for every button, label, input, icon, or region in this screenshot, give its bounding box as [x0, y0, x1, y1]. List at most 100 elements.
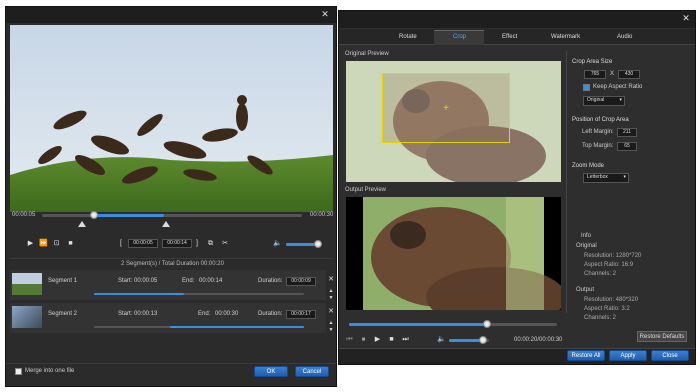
segment-end-label: End:: [198, 311, 211, 317]
trim-timeline-selection: [94, 214, 164, 217]
segment-name: Segment 2: [48, 311, 78, 317]
crop-area-size-label: Crop Area Size: [572, 59, 613, 65]
edit-title-bar: [339, 11, 695, 28]
left-margin-field[interactable]: 211: [617, 128, 637, 137]
segment-duration-value[interactable]: 00:00:09: [286, 277, 316, 286]
segment-end-label: End:: [182, 278, 195, 284]
preview-playhead[interactable]: [483, 320, 491, 328]
output-aspect-ratio: Aspect Ratio: 3:2: [584, 306, 630, 312]
restore-all-button[interactable]: Restore All: [567, 350, 605, 361]
ok-button[interactable]: OK: [254, 366, 288, 377]
volume-knob[interactable]: [314, 240, 322, 248]
trim-timeline-track[interactable]: [42, 214, 302, 217]
output-preview: [346, 197, 561, 310]
segment-end-value: 00:00:30: [215, 311, 239, 317]
keep-aspect-checkbox[interactable]: [583, 84, 590, 91]
birds-video-frame: [10, 25, 333, 212]
tab-watermark[interactable]: Watermark: [551, 34, 580, 40]
tab-crop[interactable]: Crop: [453, 34, 466, 40]
segment-name: Segment 1: [48, 278, 78, 284]
timeline-playhead[interactable]: [90, 211, 98, 219]
segment-start-field[interactable]: 00:00:05: [128, 239, 158, 248]
original-info-title: Original: [576, 243, 597, 249]
move-down-icon[interactable]: ▼: [327, 326, 335, 335]
info-title: Info: [581, 233, 592, 239]
cancel-button[interactable]: Cancel: [295, 366, 329, 377]
tab-rotate[interactable]: Rotate: [399, 34, 417, 40]
segment-thumbnail: [12, 306, 42, 328]
apply-button[interactable]: Apply: [609, 350, 647, 361]
footer-divider: [6, 363, 336, 364]
top-margin-label: Top Margin:: [582, 143, 614, 149]
segment-duration-value[interactable]: 00:00:17: [286, 310, 316, 319]
play-icon[interactable]: ▶: [26, 239, 35, 248]
volume-fill: [286, 243, 316, 246]
zoom-mode-value: Letterbox: [587, 174, 608, 180]
output-channels: Channels: 2: [584, 315, 617, 321]
crop-height-field[interactable]: 430: [618, 70, 640, 79]
original-aspect-ratio: Aspect Ratio: 16:9: [584, 262, 634, 268]
play-icon[interactable]: ▶: [373, 335, 382, 344]
output-info-title: Output: [576, 287, 595, 293]
stop-icon[interactable]: ■: [387, 335, 396, 344]
chevron-down-icon: ▾: [623, 174, 626, 180]
stop-icon[interactable]: ■: [66, 239, 75, 248]
position-title: Position of Crop Area: [572, 117, 629, 123]
close-button[interactable]: Close: [651, 350, 689, 361]
segment-start-value: 00:00:05: [134, 278, 158, 284]
crop-width-field[interactable]: 765: [584, 70, 606, 79]
segment-end-field[interactable]: 00:00:14: [162, 239, 192, 248]
set-start-icon[interactable]: [: [118, 239, 124, 248]
split-segment-icon[interactable]: ✂: [220, 239, 230, 248]
skip-end-icon[interactable]: ⏭: [401, 335, 410, 344]
segment-row-2[interactable]: Segment 2 Start: 00:00:13 End: 00:00:30 …: [10, 303, 326, 333]
original-resolution: Resolution: 1280*720: [584, 253, 642, 259]
restore-defaults-button[interactable]: Restore Defaults: [637, 331, 687, 342]
keep-aspect-label: Keep Aspect Ratio: [593, 84, 643, 90]
merge-label: Merge into one file: [25, 368, 75, 374]
crop-segment-icon[interactable]: ⧉: [206, 239, 215, 248]
crop-center-crosshair[interactable]: +: [441, 104, 451, 114]
segment-start-value: 00:00:13: [134, 311, 158, 317]
zoom-mode-label: Zoom Mode: [572, 163, 605, 169]
pause-icon[interactable]: ⏸: [359, 335, 368, 344]
total-time: 00:00:30: [310, 212, 334, 218]
top-margin-field[interactable]: 65: [617, 142, 637, 151]
preview-volume-knob[interactable]: [479, 336, 487, 344]
segment-thumbnail: [12, 273, 42, 295]
segment-row-1[interactable]: Segment 1 Start: 00:00:05 End: 00:00:14 …: [10, 270, 326, 300]
merge-checkbox[interactable]: [15, 368, 22, 375]
crop-times-label: X: [610, 71, 615, 77]
volume-icon[interactable]: 🔈: [273, 239, 282, 248]
move-down-icon[interactable]: ▼: [327, 294, 335, 303]
left-margin-label: Left Margin:: [582, 129, 614, 135]
close-icon[interactable]: ✕: [320, 10, 330, 19]
summary-divider: [10, 258, 333, 259]
tab-audio[interactable]: Audio: [617, 34, 632, 40]
segment-range-fill: [170, 326, 304, 328]
close-icon[interactable]: ✕: [681, 14, 691, 23]
aspect-select[interactable]: Original ▾: [583, 96, 625, 106]
segments-summary: 2 Segment(s) / Total Duration 00:00:20: [121, 261, 224, 267]
step-frame-icon[interactable]: ⊡: [52, 239, 61, 248]
skip-start-icon[interactable]: ⏮: [345, 335, 354, 344]
current-time: 00:00:05: [12, 212, 36, 218]
segment-range-fill: [94, 293, 184, 295]
trim-end-marker[interactable]: [162, 221, 170, 227]
aspect-select-value: Original: [587, 97, 605, 103]
segment-start-label: Start:: [118, 278, 133, 284]
set-end-icon[interactable]: ]: [194, 239, 200, 248]
segment-duration-label: Duration:: [258, 311, 283, 317]
volume-icon[interactable]: 🔈: [437, 335, 446, 344]
fast-forward-icon[interactable]: ⏩: [39, 239, 48, 248]
original-channels: Channels: 2: [584, 271, 617, 277]
trim-start-marker[interactable]: [78, 221, 86, 227]
trim-title-bar: [6, 7, 336, 23]
delete-segment-1-icon[interactable]: ✕: [327, 275, 335, 284]
delete-segment-2-icon[interactable]: ✕: [327, 307, 335, 316]
tab-effect[interactable]: Effect: [502, 34, 517, 40]
trim-video-preview: [10, 25, 333, 212]
output-resolution: Resolution: 480*320: [584, 297, 639, 303]
zoom-mode-select[interactable]: Letterbox ▾: [583, 173, 629, 183]
segment-start-label: Start:: [118, 311, 133, 317]
